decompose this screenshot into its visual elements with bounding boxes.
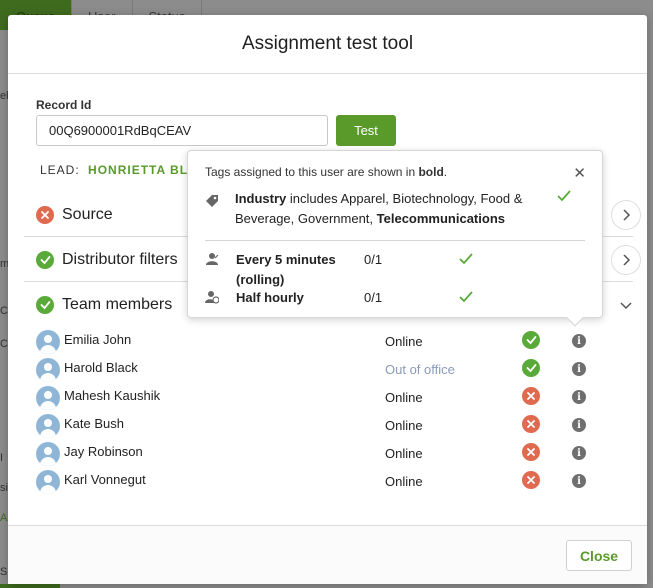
pass-icon (36, 296, 54, 314)
background-fragment: si (0, 482, 8, 494)
team-member-row: Jay Robinson Online i (36, 441, 596, 467)
check-icon (458, 252, 474, 271)
close-button[interactable]: Close (566, 540, 632, 571)
member-name: Harold Black (64, 360, 138, 375)
popover-divider (205, 240, 585, 241)
avatar (36, 470, 60, 494)
fail-icon (36, 205, 54, 224)
modal-footer: Close (8, 525, 647, 584)
info-icon[interactable]: i (572, 334, 586, 348)
background-accent-bar (0, 584, 60, 588)
fail-icon (522, 471, 540, 489)
fail-icon (522, 415, 540, 433)
member-status: Out of office (385, 362, 455, 377)
lead-line: LEAD: HONRIETTA BLA (40, 163, 198, 177)
clock-user-icon (205, 290, 220, 309)
rule-count: 0/1 (364, 252, 383, 267)
member-status: Online (385, 334, 423, 349)
record-id-input[interactable] (36, 115, 328, 146)
modal-header: Assignment test tool (8, 15, 647, 74)
check-icon (556, 189, 572, 208)
member-status: Online (385, 418, 423, 433)
lead-name-link[interactable]: HONRIETTA BLA (88, 163, 198, 177)
popover-note: Tags assigned to this user are shown in … (205, 165, 448, 179)
fail-icon (522, 443, 540, 461)
info-icon[interactable]: i (572, 362, 586, 376)
avatar (36, 442, 60, 466)
lead-prefix: LEAD: (40, 163, 80, 177)
info-icon[interactable]: i (572, 418, 586, 432)
pass-icon (522, 331, 540, 349)
member-name: Kate Bush (64, 416, 124, 431)
rule-row: Half hourly 0/1 (205, 288, 505, 310)
avatar (36, 358, 60, 382)
rule-count: 0/1 (364, 290, 383, 305)
background-fragment: I (0, 452, 4, 464)
member-name: Karl Vonnegut (64, 472, 146, 487)
section-label: Source (62, 205, 113, 223)
member-name: Emilia John (64, 332, 132, 347)
background-fragment: C (0, 305, 8, 317)
check-icon (458, 290, 474, 309)
team-member-row: Kate Bush Online i (36, 413, 596, 439)
avatar (36, 386, 60, 410)
section-label: Team members (62, 296, 173, 313)
tag-icon (205, 194, 219, 213)
info-icon[interactable]: i (572, 446, 586, 460)
info-icon[interactable]: i (572, 474, 586, 488)
team-member-row: Harold Black Out of office i (36, 357, 596, 383)
pass-icon (522, 359, 540, 377)
modal-title: Assignment test tool (241, 33, 414, 54)
team-member-row: Emilia John Online i (36, 329, 596, 355)
pass-icon (36, 250, 54, 269)
team-member-row: Karl Vonnegut Online i (36, 469, 596, 495)
section-label: Distributor filters (62, 250, 178, 268)
fail-icon (522, 387, 540, 405)
member-status: Online (385, 474, 423, 489)
rotation-user-icon (205, 252, 219, 271)
avatar (36, 414, 60, 438)
member-name: Mahesh Kaushik (64, 388, 161, 403)
background-fragment: S (0, 566, 8, 578)
info-icon[interactable]: i (572, 390, 586, 404)
tags-popover: Tags assigned to this user are shown in … (187, 150, 603, 327)
chevron-right-icon[interactable] (611, 244, 641, 275)
close-icon[interactable]: ✕ (573, 166, 586, 181)
record-id-label: Record Id (36, 98, 92, 112)
rule-name: Every 5 minutes (rolling) (236, 252, 336, 287)
chevron-down-icon[interactable] (611, 290, 641, 320)
rule-name: Half hourly (236, 290, 304, 305)
rule-row: Every 5 minutes (rolling) 0/1 (205, 250, 505, 290)
member-status: Online (385, 446, 423, 461)
background-fragment: A (0, 512, 8, 524)
test-button[interactable]: Test (336, 115, 396, 146)
industry-tags: Industry includes Apparel, Biotechnology… (235, 191, 523, 226)
team-member-row: Mahesh Kaushik Online i (36, 385, 596, 411)
avatar (36, 330, 60, 354)
chevron-right-icon[interactable] (611, 199, 641, 230)
member-name: Jay Robinson (64, 444, 143, 459)
background-fragment: C (0, 338, 8, 350)
member-status: Online (385, 390, 423, 405)
